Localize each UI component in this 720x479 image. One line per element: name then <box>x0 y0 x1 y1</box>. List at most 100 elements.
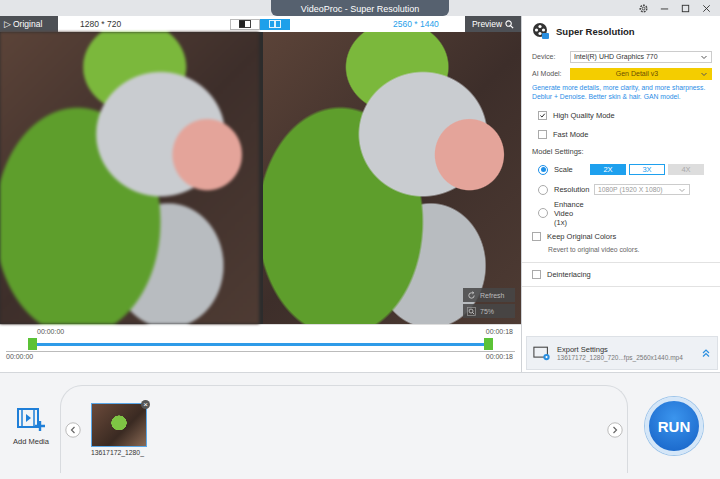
trim-start-handle[interactable] <box>28 338 37 350</box>
chevron-down-icon <box>678 186 686 194</box>
search-icon <box>505 20 514 29</box>
option-checkbox[interactable]: Fast Mode <box>532 125 712 144</box>
arrow-left-icon[interactable] <box>65 422 81 438</box>
side-by-side-icon <box>269 20 281 28</box>
mode-radio-row[interactable]: Enhance Video (1x) <box>532 200 712 227</box>
timeline: 00:00:00 00:00:18 00:00:00 00:00:18 <box>0 324 521 372</box>
media-bar: Add Media × 13617172_1280_ RUN <box>0 372 720 479</box>
model-description: Generate more details, more clarity, and… <box>532 84 712 102</box>
trim-end-handle[interactable] <box>484 338 493 350</box>
start-time: 00:00:00 <box>6 353 33 360</box>
keep-colors-checkbox[interactable]: Keep Original Colors <box>532 227 712 246</box>
original-label: Original <box>13 19 42 29</box>
mode-label: Enhance Video (1x) <box>554 200 584 227</box>
settings-header: Super Resolution <box>522 16 720 46</box>
export-file-name: 13617172_1280_720...fps_2560x1440.mp4 <box>557 354 695 361</box>
remove-button[interactable]: × <box>141 400 150 409</box>
checkbox[interactable] <box>532 232 541 241</box>
export-title: Export Settings <box>557 345 695 354</box>
refresh-label: Refresh <box>480 292 505 299</box>
videoproc-window: VideoProc - Super Resolution▷Original128… <box>0 0 720 479</box>
split-view-icon <box>239 20 251 28</box>
settings-title: Super Resolution <box>556 26 635 37</box>
trim-range-fill <box>37 343 484 346</box>
deinterlacing-label: Deinterlacing <box>547 270 591 279</box>
deinterlacing-checkbox[interactable]: Deinterlacing <box>532 265 710 284</box>
media-carousel: × 13617172_1280_ <box>60 385 628 473</box>
trim-range[interactable] <box>37 343 484 346</box>
refresh-button[interactable]: Refresh <box>463 288 515 302</box>
run-button[interactable]: RUN <box>645 397 703 455</box>
add-media-button[interactable]: Add Media <box>0 406 60 446</box>
zoom-button[interactable]: 75% <box>463 304 515 318</box>
view-mode-button[interactable] <box>230 19 260 30</box>
mode-label: Resolution <box>554 185 584 194</box>
option-label: Fast Mode <box>553 130 588 139</box>
gear-icon[interactable] <box>638 3 649 14</box>
device-value: Intel(R) UHD Graphics 770 <box>574 53 658 60</box>
media-item[interactable]: × 13617172_1280_ <box>91 403 149 456</box>
preview-header: ▷Original1280 * 7202560 * 1440Preview <box>0 16 521 32</box>
scale-button[interactable]: 3X <box>629 164 665 175</box>
output-resolution: 2560 * 1440 <box>290 16 465 32</box>
option-label: High Quality Mode <box>553 111 615 120</box>
view-mode-toggle <box>230 16 290 32</box>
device-dropdown[interactable]: Intel(R) UHD Graphics 770 <box>570 51 712 63</box>
keep-colors-hint: Revert to original video colors. <box>532 246 712 258</box>
source-resolution: 1280 * 720 <box>58 16 230 32</box>
model-settings-label: Model Settings: <box>532 144 712 160</box>
close-icon[interactable] <box>701 3 712 14</box>
export-settings-icon <box>533 346 551 361</box>
zoom-level: 75% <box>480 308 494 315</box>
keep-colors-label: Keep Original Colors <box>547 232 616 241</box>
media-name: 13617172_1280_ <box>91 449 144 456</box>
range-start-time: 00:00:00 <box>37 328 64 335</box>
checkbox[interactable] <box>538 111 547 120</box>
checkmark-icon <box>539 111 546 120</box>
option-checkbox[interactable]: High Quality Mode <box>532 106 712 125</box>
scale-button[interactable]: 4X <box>668 164 704 175</box>
zoom-icon <box>467 307 476 316</box>
resolution-value: 1080P (1920 X 1080) <box>598 186 663 193</box>
preview-button[interactable]: Preview <box>465 16 521 32</box>
arrow-right-icon[interactable] <box>607 422 623 438</box>
title-bar: VideoProc - Super Resolution <box>0 0 720 16</box>
add-media-label: Add Media <box>13 437 49 446</box>
refresh-icon <box>467 291 476 300</box>
original-tab[interactable]: ▷Original <box>0 16 58 32</box>
enhanced-frame: Refresh 75% <box>263 32 522 324</box>
scale-options: 2X3X4X <box>590 164 704 175</box>
view-mode-button[interactable] <box>260 19 290 30</box>
chevron-down-icon <box>700 53 708 61</box>
settings-panel: Super ResolutionDevice:Intel(R) UHD Grap… <box>522 16 720 372</box>
add-video-icon <box>16 406 46 432</box>
mode-radio-row[interactable]: Scale 2X3X4X <box>532 160 712 180</box>
media-thumbnail[interactable]: × <box>91 403 147 447</box>
mode-label: Scale <box>554 165 584 174</box>
preview-panel: ▷Original1280 * 7202560 * 1440PreviewRef… <box>0 16 522 372</box>
scale-button[interactable]: 2X <box>590 164 626 175</box>
chevron-down-icon <box>700 70 708 78</box>
checkbox[interactable] <box>532 270 541 279</box>
export-settings[interactable]: Export Settings13617172_1280_720...fps_2… <box>526 336 718 370</box>
resolution-dropdown[interactable]: 1080P (1920 X 1080) <box>594 184 690 195</box>
radio-button[interactable] <box>538 165 548 175</box>
preview-label: Preview <box>472 19 502 29</box>
radio-button[interactable] <box>538 185 548 195</box>
checkbox[interactable] <box>538 130 547 139</box>
model-value: Gen Detail v3 <box>574 70 700 77</box>
end-time: 00:00:18 <box>486 353 513 360</box>
minimize-icon[interactable] <box>659 3 670 14</box>
model-label: AI Model: <box>532 70 570 77</box>
maximize-icon[interactable] <box>680 3 691 14</box>
play-glyph: ▷ <box>4 19 11 29</box>
range-end-time: 00:00:18 <box>486 328 513 335</box>
model-dropdown[interactable]: Gen Detail v3 <box>570 68 712 80</box>
mode-radio-row[interactable]: Resolution 1080P (1920 X 1080) <box>532 180 712 200</box>
comparison-view: Refresh 75% <box>0 32 521 324</box>
preview-tools: Refresh 75% <box>463 288 515 318</box>
radio-button[interactable] <box>538 208 548 218</box>
film-reel-icon <box>532 22 550 40</box>
window-title: VideoProc - Super Resolution <box>271 0 449 16</box>
double-chevron-up-icon[interactable] <box>701 348 711 358</box>
